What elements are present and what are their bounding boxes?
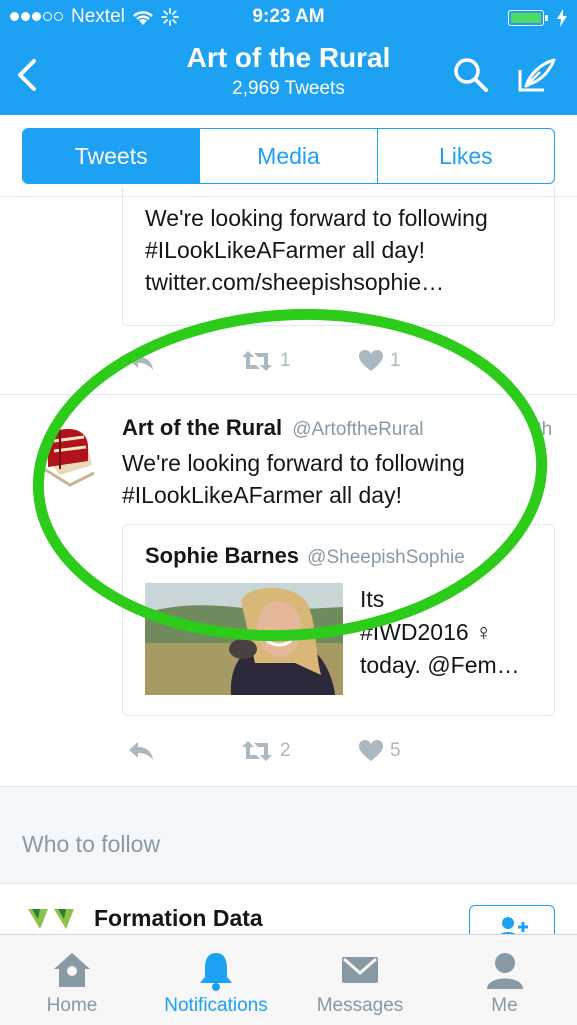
quoted-text-line: today. @Fem… — [360, 652, 520, 678]
reply-button[interactable] — [126, 349, 156, 373]
bottom-tab-bar: Home Notifications Messages Me — [0, 934, 577, 1025]
retweet-button[interactable]: 1 — [240, 349, 291, 373]
tweet-timestamp: 2h — [531, 419, 553, 440]
battery-nub — [545, 15, 548, 21]
reply-icon — [129, 742, 153, 760]
quoted-tweet-card[interactable]: Sophie Barnes @SheepishSophie Its #IWD20… — [122, 524, 555, 716]
bell-icon — [200, 953, 232, 991]
tab-messages[interactable]: Messages — [288, 935, 432, 1025]
retweet-count: 2 — [280, 740, 291, 761]
author-name[interactable]: Art of the Rural — [122, 415, 282, 440]
who-to-follow-section: Who to follow — [0, 786, 577, 884]
tweet-text-line: We're looking forward to following — [122, 450, 465, 476]
tweet-actions: 2 5 — [122, 735, 555, 769]
tab-media[interactable]: Media — [200, 129, 378, 183]
previous-quoted-tweet-card[interactable]: We're looking forward to following #ILoo… — [122, 186, 555, 326]
tab-notifications[interactable]: Notifications — [144, 935, 288, 1025]
reply-icon — [129, 352, 153, 370]
tweet-count: 2,969 Tweets — [232, 78, 345, 99]
status-bar: Nextel 9:23 AM — [0, 0, 577, 36]
retweet-button[interactable]: 2 — [240, 739, 291, 763]
tweet-text-line[interactable]: #ILookLikeAFarmer all day! — [122, 479, 465, 511]
quoted-text-line[interactable]: twitter.com/sheepishsophie… — [145, 266, 488, 298]
tab-home[interactable]: Home — [0, 935, 144, 1025]
tab-me[interactable]: Me — [432, 935, 577, 1025]
like-count: 1 — [390, 350, 401, 371]
charging-bolt-icon — [557, 9, 567, 27]
clock: 9:23 AM — [252, 6, 325, 27]
heart-icon — [359, 740, 383, 761]
like-button[interactable]: 1 — [358, 349, 401, 373]
section-heading: Who to follow — [22, 831, 161, 857]
quoted-text-line: We're looking forward to following — [145, 205, 488, 231]
tab-tweets[interactable]: Tweets — [23, 129, 201, 183]
navigation-header: Nextel 9:23 AM Art of the Rural 2,969 Tw… — [0, 0, 577, 115]
tab-label: Messages — [316, 995, 404, 1016]
suggestion-name[interactable]: Formation Data — [94, 905, 263, 932]
tab-label: Home — [46, 995, 98, 1016]
heart-icon — [359, 350, 383, 371]
follow-suggestion-row[interactable]: Formation Data — [0, 883, 577, 945]
like-button[interactable]: 5 — [358, 739, 401, 763]
avatar[interactable] — [40, 425, 96, 491]
tab-label: Notifications — [164, 995, 268, 1016]
quoted-text-line: #ILookLikeAFarmer all day! — [145, 237, 425, 263]
tab-likes[interactable]: Likes — [378, 129, 554, 183]
tweet-item[interactable]: Art of the Rural @ArtoftheRural 2h We're… — [0, 395, 577, 785]
page-title: Art of the Rural — [186, 42, 391, 73]
person-icon — [486, 953, 523, 989]
quoted-author-handle: @SheepishSophie — [307, 547, 465, 568]
suggestion-avatar[interactable] — [28, 909, 76, 931]
compose-tweet-icon[interactable] — [516, 56, 558, 94]
tab-label: Me — [491, 995, 518, 1016]
retweet-count: 1 — [280, 350, 291, 371]
retweet-icon — [242, 741, 272, 761]
hashtag-link[interactable]: #IWD2016 ♀ — [360, 619, 492, 645]
author-handle[interactable]: @ArtoftheRural — [292, 419, 423, 440]
quoted-author-name: Sophie Barnes — [145, 543, 300, 568]
retweet-icon — [242, 351, 272, 371]
envelope-icon — [342, 957, 378, 983]
profile-tabs: Tweets Media Likes — [22, 128, 555, 184]
quoted-text-line: Its — [360, 586, 385, 612]
reply-button[interactable] — [126, 739, 156, 763]
previous-tweet-actions: 1 1 — [122, 345, 555, 379]
search-icon[interactable] — [452, 56, 490, 94]
quoted-media-thumbnail[interactable] — [145, 583, 343, 695]
quoted-text-line[interactable]: #IWD2016 ♀ — [360, 616, 520, 649]
like-count: 5 — [390, 740, 401, 761]
home-icon — [54, 953, 90, 987]
battery-icon — [508, 10, 544, 26]
